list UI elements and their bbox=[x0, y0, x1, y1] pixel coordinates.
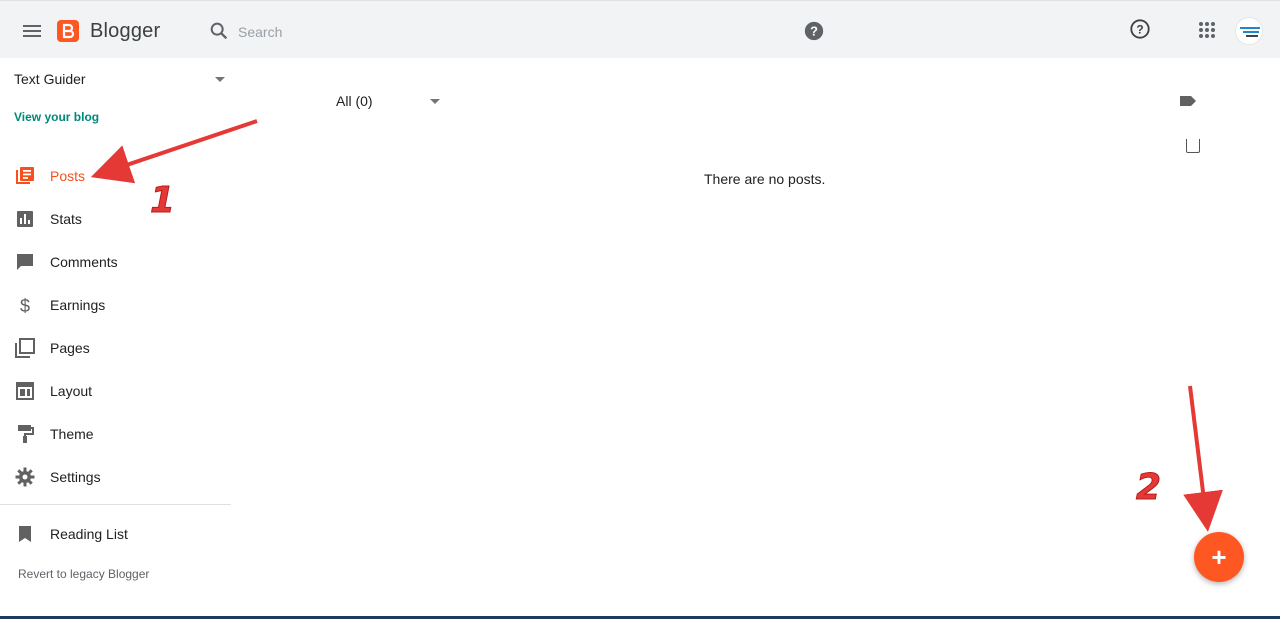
comments-icon bbox=[15, 252, 35, 272]
view-blog-link[interactable]: View your blog bbox=[14, 110, 99, 124]
search-input[interactable] bbox=[236, 18, 780, 46]
search-help-icon[interactable]: ? bbox=[803, 20, 825, 42]
sidebar-item-layout[interactable]: Layout bbox=[0, 373, 231, 409]
help-icon[interactable]: ? bbox=[1129, 18, 1151, 40]
avatar[interactable] bbox=[1235, 17, 1263, 45]
sidebar-divider bbox=[0, 504, 231, 505]
earnings-icon: $ bbox=[15, 295, 35, 316]
top-bar: Blogger ? ? bbox=[0, 0, 1280, 58]
sidebar-item-theme[interactable]: Theme bbox=[0, 416, 231, 452]
search-icon[interactable] bbox=[208, 20, 230, 42]
sidebar-item-label: Reading List bbox=[50, 526, 128, 542]
posts-icon bbox=[15, 166, 35, 186]
new-post-button[interactable]: + bbox=[1194, 532, 1244, 582]
settings-icon bbox=[15, 467, 35, 487]
sidebar-item-comments[interactable]: Comments bbox=[0, 244, 231, 280]
sidebar-item-label: Pages bbox=[50, 340, 90, 356]
layout-icon bbox=[15, 381, 35, 401]
sidebar-item-label: Comments bbox=[50, 254, 118, 270]
sidebar-item-label: Theme bbox=[50, 426, 94, 442]
label-tag-icon[interactable] bbox=[1179, 93, 1197, 109]
sidebar-item-label: Settings bbox=[50, 469, 101, 485]
blog-selector[interactable]: Text Guider bbox=[14, 70, 230, 90]
revert-legacy-link[interactable]: Revert to legacy Blogger bbox=[18, 567, 149, 581]
blogger-logo-icon[interactable] bbox=[57, 20, 79, 42]
posts-filter-dropdown[interactable]: All (0) bbox=[336, 92, 446, 112]
sidebar-item-stats[interactable]: Stats bbox=[0, 201, 231, 237]
app-name[interactable]: Blogger bbox=[90, 20, 160, 43]
sidebar-item-earnings[interactable]: $ Earnings bbox=[0, 287, 231, 323]
step-number-2: 2 bbox=[1135, 467, 1162, 509]
sidebar-item-pages[interactable]: Pages bbox=[0, 330, 231, 366]
svg-text:?: ? bbox=[1136, 23, 1143, 37]
sidebar-item-label: Posts bbox=[50, 168, 86, 184]
sidebar-item-label: Earnings bbox=[50, 297, 106, 313]
bookmark-icon bbox=[15, 524, 35, 544]
sidebar-item-label: Stats bbox=[50, 211, 82, 227]
sidebar-item-reading-list[interactable]: Reading List bbox=[0, 516, 231, 552]
select-all-checkbox[interactable] bbox=[1186, 139, 1200, 153]
menu-icon[interactable] bbox=[20, 19, 44, 43]
sidebar-item-label: Layout bbox=[50, 383, 93, 399]
stats-icon bbox=[15, 209, 35, 229]
chevron-down-icon bbox=[430, 99, 440, 104]
sidebar: Text Guider View your blog Posts Stats C… bbox=[0, 58, 231, 619]
step-number-1: 1 bbox=[149, 180, 176, 222]
apps-grid-icon[interactable] bbox=[1197, 20, 1217, 40]
theme-icon bbox=[15, 424, 35, 444]
sidebar-item-settings[interactable]: Settings bbox=[0, 459, 231, 495]
filter-label: All (0) bbox=[336, 93, 373, 109]
chevron-down-icon bbox=[215, 77, 225, 82]
pages-icon bbox=[15, 338, 35, 358]
arrow-to-new-post bbox=[1183, 385, 1223, 532]
empty-posts-message: There are no posts. bbox=[704, 171, 826, 187]
svg-text:?: ? bbox=[810, 24, 818, 39]
plus-icon: + bbox=[1211, 542, 1227, 572]
blog-name: Text Guider bbox=[14, 71, 86, 87]
svg-text:$: $ bbox=[20, 296, 30, 315]
sidebar-item-posts[interactable]: Posts bbox=[0, 158, 231, 194]
